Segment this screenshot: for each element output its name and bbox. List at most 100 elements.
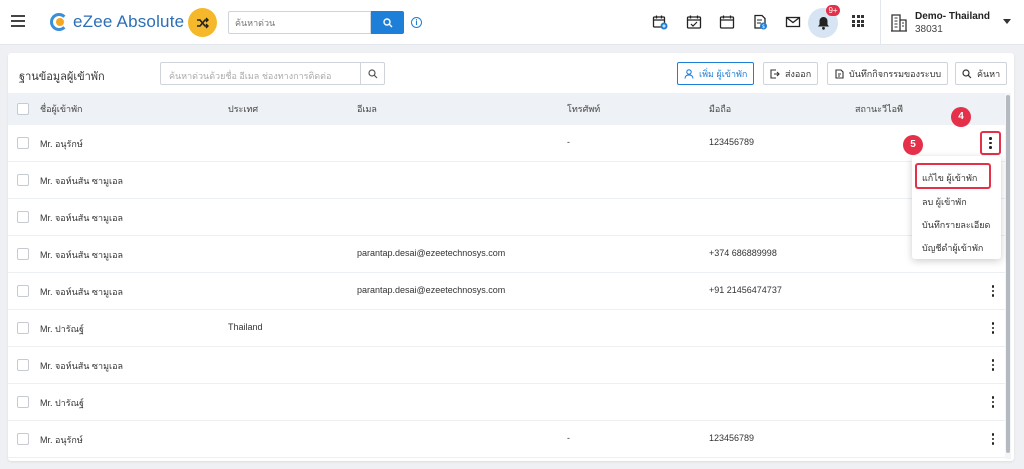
building-icon	[891, 14, 907, 32]
property-name[interactable]: Demo- Thailand	[915, 11, 990, 22]
table-header: ชื่อผู้เข้าพัก ประเทศ อีเมล โทรศัพท์ มือ…	[8, 93, 1008, 125]
chevron-down-icon[interactable]	[1003, 19, 1011, 24]
row-actions-button[interactable]	[983, 392, 1003, 412]
column-phone[interactable]: โทรศัพท์	[567, 102, 600, 116]
document-badge-icon[interactable]: $	[752, 14, 768, 30]
audit-log-icon	[835, 68, 844, 79]
header-divider	[880, 0, 881, 45]
quick-search-button[interactable]	[371, 11, 404, 34]
step-marker-4: 4	[951, 107, 971, 127]
add-guest-label: เพิ่ม ผู้เข้าพัก	[699, 68, 748, 79]
search-label: ค้นหา	[977, 68, 1001, 79]
row-actions-button[interactable]	[980, 131, 1001, 155]
guest-email: parantap.desai@ezeetechnosys.com	[357, 248, 506, 258]
app-logo[interactable]: eZee Absolute	[50, 11, 184, 33]
menu-icon[interactable]	[11, 15, 25, 27]
guest-name[interactable]: Mr. ปารัณฐ์	[40, 322, 84, 336]
guest-mobile: 123456789	[709, 433, 755, 443]
row-actions-button[interactable]	[983, 281, 1003, 301]
column-guest-name[interactable]: ชื่อผู้เข้าพัก	[40, 102, 82, 116]
logo-mark-icon	[50, 12, 70, 32]
guest-search-input[interactable]: ค้นหาด่วนด้วยชื่อ อีเมล ช่องทางการติดต่อ	[160, 62, 361, 85]
user-icon	[684, 68, 694, 79]
step-marker-5: 5	[903, 135, 923, 155]
audit-log-button[interactable]: บันทึกกิจกรรมของระบบ	[827, 62, 949, 85]
row-actions-button[interactable]	[983, 429, 1003, 449]
search-icon	[382, 17, 392, 27]
table-row[interactable]: Mr. จอห์นสัน ซามูเอล parantap.desai@ezee…	[8, 236, 1008, 273]
guest-name[interactable]: Mr. ปารัณฐ์	[40, 396, 84, 410]
guest-country: Thailand	[228, 322, 263, 332]
table-row[interactable]: Mr. ปารัณฐ์	[8, 384, 1008, 421]
column-mobile[interactable]: มือถือ	[709, 102, 731, 116]
row-actions-menu: แก้ไข ผู้เข้าพัก ลบ ผู้เข้าพัก บันทึกราย…	[912, 156, 1001, 259]
app-name: eZee Absolute	[73, 12, 185, 31]
column-vip-status[interactable]: สถานะวีไอพี	[855, 102, 903, 116]
quick-search-input[interactable]	[228, 11, 371, 34]
svg-text:$: $	[762, 24, 765, 30]
top-bar: eZee Absolute i $ 9+ Demo- Thailand 3803…	[0, 0, 1024, 45]
bell-icon	[817, 17, 829, 30]
guest-name[interactable]: Mr. จอห์นสัน ซามูเอล	[40, 285, 123, 299]
scrollbar-thumb[interactable]	[1006, 95, 1010, 453]
table-row[interactable]: Mr. จอห์นสัน ซามูเอล	[8, 199, 1008, 236]
info-icon[interactable]: i	[411, 17, 422, 28]
audit-log-label: บันทึกกิจกรรมของระบบ	[849, 68, 942, 79]
calendar-check-icon[interactable]	[686, 14, 702, 30]
guest-name[interactable]: Mr. อนุรักษ์	[40, 137, 83, 151]
calendar-plus-icon[interactable]	[652, 14, 668, 30]
select-all-checkbox[interactable]	[17, 103, 29, 115]
menu-item-edit-guest[interactable]: แก้ไข ผู้เข้าพัก	[915, 163, 991, 189]
row-checkbox[interactable]	[17, 211, 29, 223]
guest-mobile: +91 21456474737	[709, 285, 782, 295]
guest-name[interactable]: Mr. จอห์นสัน ซามูเอล	[40, 211, 123, 225]
search-icon	[962, 68, 972, 78]
row-checkbox[interactable]	[17, 285, 29, 297]
menu-item-blacklist-guest[interactable]: บัญชีดำผู้เข้าพัก	[922, 241, 983, 255]
guest-name[interactable]: Mr. อนุรักษ์	[40, 433, 83, 447]
export-icon	[770, 68, 780, 79]
menu-item-notes[interactable]: บันทึกรายละเอียด	[922, 218, 990, 232]
guest-mobile: 123456789	[709, 137, 755, 147]
row-checkbox[interactable]	[17, 137, 29, 149]
menu-item-delete-guest[interactable]: ลบ ผู้เข้าพัก	[922, 195, 967, 209]
export-button[interactable]: ส่งออก	[763, 62, 819, 85]
mail-icon[interactable]	[785, 14, 801, 30]
export-label: ส่งออก	[785, 68, 812, 79]
row-checkbox[interactable]	[17, 396, 29, 408]
row-actions-button[interactable]	[983, 318, 1003, 338]
column-country[interactable]: ประเทศ	[228, 102, 258, 116]
guest-name[interactable]: Mr. จอห์นสัน ซามูเอล	[40, 359, 123, 373]
table-row[interactable]: Mr. อนุรักษ์ - 123456789	[8, 125, 1008, 162]
search-button[interactable]: ค้นหา	[955, 62, 1008, 85]
guest-name[interactable]: Mr. จอห์นสัน ซามูเอล	[40, 174, 123, 188]
guest-database-card: ฐานข้อมูลผู้เข้าพัก ค้นหาด่วนด้วยชื่อ อี…	[8, 53, 1014, 461]
property-code: 38031	[915, 24, 943, 35]
table-row[interactable]: Mr. จอห์นสัน ซามูเอล	[8, 162, 1008, 199]
table-row[interactable]: Mr. อนุรักษ์ - 123456789	[8, 421, 1008, 458]
guest-search-button[interactable]	[360, 62, 385, 85]
guest-email: parantap.desai@ezeetechnosys.com	[357, 285, 506, 295]
page-title: ฐานข้อมูลผู้เข้าพัก	[19, 71, 105, 83]
shuffle-button[interactable]	[188, 8, 217, 37]
row-checkbox[interactable]	[17, 248, 29, 260]
guest-name[interactable]: Mr. จอห์นสัน ซามูเอล	[40, 248, 123, 262]
guest-phone: -	[567, 137, 570, 147]
row-checkbox[interactable]	[17, 174, 29, 186]
table-row[interactable]: Mr. ปารัณฐ์ Thailand	[8, 310, 1008, 347]
row-actions-button[interactable]	[983, 355, 1003, 375]
row-checkbox[interactable]	[17, 322, 29, 334]
shuffle-icon	[196, 17, 209, 28]
column-email[interactable]: อีเมล	[357, 102, 377, 116]
row-checkbox[interactable]	[17, 359, 29, 371]
guest-mobile: +374 686889998	[709, 248, 777, 258]
notifications-badge: 9+	[826, 5, 840, 16]
calendar-icon[interactable]	[719, 14, 735, 30]
row-checkbox[interactable]	[17, 433, 29, 445]
search-icon	[367, 68, 377, 78]
table-row[interactable]: Mr. จอห์นสัน ซามูเอล parantap.desai@ezee…	[8, 273, 1008, 310]
add-guest-button[interactable]: เพิ่ม ผู้เข้าพัก	[677, 62, 755, 85]
table-row[interactable]: Mr. จอห์นสัน ซามูเอล	[8, 347, 1008, 384]
guest-phone: -	[567, 433, 570, 443]
apps-grid-icon[interactable]	[852, 15, 864, 27]
